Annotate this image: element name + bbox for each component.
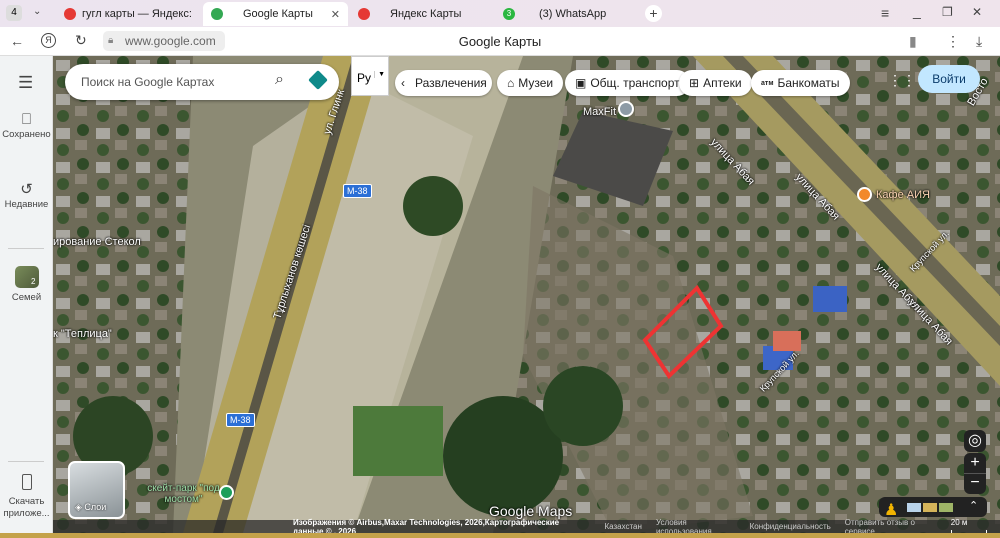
layers-button[interactable]: ◈ Слои [68,461,125,519]
history-icon: ↺ [20,181,33,198]
zoom-controls: + − [964,453,986,494]
search-placeholder: Поиск на Google Картах [81,75,215,89]
satellite-map[interactable]: MaxFit Кафе АИЯ улица Абая улица Абая ул… [53,56,1000,533]
place-pin-icon[interactable] [618,101,634,117]
zoom-in-button[interactable]: + [964,453,986,473]
chip-museums[interactable]: ⌂ Музеи [497,70,564,96]
chip-label: Банкоматы [777,76,840,90]
restore-icon[interactable]: ❐ [942,6,953,18]
page-title: Google Карты [458,34,542,49]
chip-transit[interactable]: ▣ Общ. транспорт [565,70,690,96]
tab-count[interactable]: 4 [6,5,22,21]
more-icon[interactable]: ⋮ [946,34,960,48]
layers-icon: ◈ [75,502,85,512]
chip-pharmacy[interactable]: ⊞ Аптеки [679,70,752,96]
map-label-skatepark[interactable]: скейт-парк "под мостом" [146,483,221,505]
bookmark-icon[interactable]: ▮ [909,34,917,48]
divider [8,248,44,249]
chip-label: Развлечения [415,76,487,90]
chip-entertainment[interactable]: ‹ Развлечения [395,70,492,96]
divider [8,461,44,462]
chip-label: Музеи [518,76,554,90]
tab-label: Google Карты [243,8,313,20]
sign-in-button[interactable]: Войти [918,65,980,93]
language-value: Ру [357,71,372,85]
new-tab-button[interactable]: + [645,5,662,22]
map-footer: Изображения © Airbus,Maxar Technologies,… [53,517,1000,536]
sidebar-item-download-app[interactable]: Скачать приложе... [0,474,53,520]
map-label-maxfit[interactable]: MaxFit [583,106,616,118]
map-label-cafe[interactable]: Кафе АИЯ [876,189,930,201]
map-type-thumb[interactable] [907,503,921,512]
sidebar-item-recent[interactable]: ↺ Недавние [0,181,53,211]
tab-bar: 4 ⌄ гугл карты — Яндекс: наш Google Карт… [0,0,1000,27]
directions-icon[interactable] [308,70,328,90]
phone-icon [21,474,32,490]
map-label-place: к "Теплица" [53,328,112,340]
google-maps-favicon-icon [211,8,223,20]
place-thumbnail: 2 [14,266,39,288]
dropdown-arrow-icon: ▼ [374,71,385,78]
sidebar: ☰ ⎕ Сохранено ↺ Недавние 2 Семей Скачать пр… [0,56,53,533]
search-icon[interactable]: ⌕ [275,71,284,89]
tab-label: гугл карты — Яндекс: наш [82,8,194,20]
highway-shield: М-38 [226,413,255,427]
chevron-left-icon[interactable]: ‹ [401,76,405,90]
layers-text: Слои [84,502,107,512]
address-bar: ← Я ↻ www.google.com 🔒︎ Google Карты ▮ ⋮… [0,27,1000,56]
close-window-icon[interactable]: ✕ [972,6,982,18]
yandex-favicon-icon [64,8,76,20]
map-imagery [53,56,1000,533]
pharmacy-icon: ⊞ [689,76,700,90]
hamburger-menu-icon[interactable]: ☰ [18,74,33,91]
country-link[interactable]: Казахстан [604,522,642,531]
bookmark-icon: ⎕ [21,111,31,128]
chip-atm[interactable]: атм Банкоматы [751,70,850,96]
tab-yandex-maps[interactable]: Яндекс Карты [350,2,490,26]
terrain-thumb[interactable] [923,503,937,512]
bus-icon: ▣ [575,76,587,90]
yandex-maps-favicon-icon [358,8,370,20]
minimize-icon[interactable]: _ [913,4,921,18]
park-pin-icon[interactable] [219,485,234,500]
museum-icon: ⌂ [507,76,515,90]
tab-label: Яндекс Карты [390,8,462,20]
sidebar-item-label: Сохранено [2,129,51,140]
privacy-link[interactable]: Конфиденциальность [750,522,831,531]
tab-label: (3) WhatsApp [539,8,607,20]
expand-icon[interactable]: ⌃ [969,499,978,512]
sidebar-item-saved[interactable]: ⎕ Сохранено [0,111,53,141]
menu-icon[interactable]: ≡ [881,6,889,20]
map-label-place: ирование Стекол [53,236,141,248]
tab-whatsapp[interactable]: 3 (3) WhatsApp [495,2,635,26]
tab-google-maps[interactable]: Google Карты ✕ [203,2,348,26]
my-location-button[interactable]: ◎ [964,430,986,452]
cafe-pin-icon[interactable] [857,187,872,202]
sidebar-item-place[interactable]: 2 Семей [0,266,53,304]
chevron-down-icon[interactable]: ⌄ [33,7,41,17]
whatsapp-favicon-icon: 3 [503,8,515,20]
os-taskbar [0,533,1000,538]
language-select[interactable]: Ру ▼ [351,56,389,96]
tab-yandex-search[interactable]: гугл карты — Яндекс: наш [56,2,196,26]
close-tab-icon[interactable]: ✕ [331,8,340,21]
chip-label: Общ. транспорт [590,76,680,90]
highway-shield: М-38 [343,184,372,198]
layers-label: ◈ Слои [75,502,106,513]
sidebar-item-label: Семей [11,292,42,303]
atm-icon: атм [761,79,774,87]
sidebar-item-label: Недавние [4,199,49,210]
satellite-thumb[interactable] [939,503,953,512]
download-icon[interactable]: ⤓ [976,34,982,48]
zoom-out-button[interactable]: − [964,473,986,493]
search-input[interactable]: Поиск на Google Картах ⌕ [65,64,339,100]
street-view-bar: ♟ ⌃ [879,497,987,519]
scale-label: 20 м [950,517,968,527]
sidebar-item-label: Скачать приложе... [3,496,50,519]
chip-label: Аптеки [703,76,742,90]
